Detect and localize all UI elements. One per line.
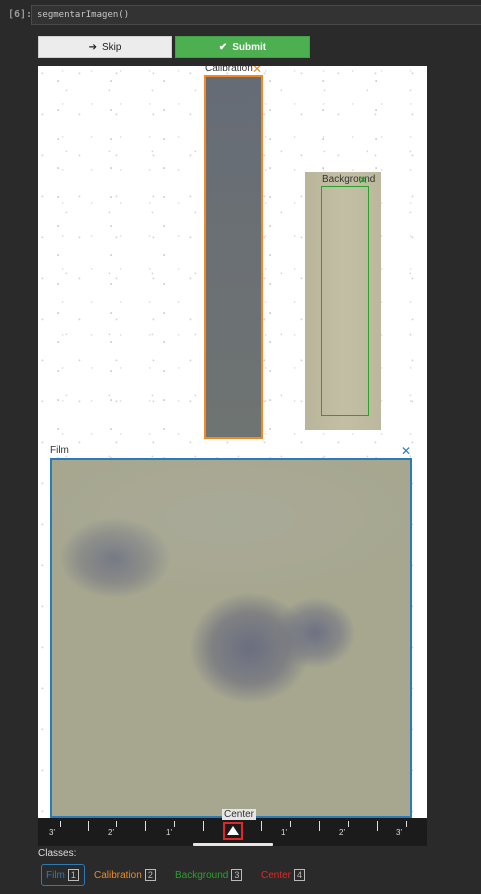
annotation-canvas[interactable]: Calibration ✕ Background ✕ Film ✕: [38, 66, 427, 846]
submit-button[interactable]: ✔ Submit: [175, 36, 310, 58]
ruler-tick: [261, 821, 262, 831]
class-chip-center[interactable]: Center 4: [261, 864, 306, 886]
ruler-tick: [203, 821, 204, 831]
center-marker[interactable]: [223, 822, 243, 840]
ruler-tick: [319, 821, 320, 831]
calibration-label: Calibration: [205, 66, 253, 74]
class-chip-calibration[interactable]: Calibration 2: [94, 864, 156, 886]
class-label: Film: [46, 869, 65, 881]
horizontal-scrollbar[interactable]: [193, 843, 273, 846]
ruler-label: 3': [396, 828, 402, 837]
ruler-tick: [377, 821, 378, 831]
ruler-label: 1': [166, 828, 172, 837]
code-text: segmentarImagen(): [37, 10, 130, 20]
calibration-close-icon[interactable]: ✕: [252, 66, 262, 75]
background-close-icon[interactable]: ✕: [358, 174, 368, 186]
cell-prompt: [6]:: [8, 9, 33, 20]
film-close-icon[interactable]: ✕: [401, 445, 411, 457]
class-key: 3: [231, 869, 243, 881]
class-key: 2: [144, 869, 156, 881]
submit-label: Submit: [232, 41, 267, 53]
arrow-right-icon: ➔: [88, 41, 97, 53]
ruler-tick: [348, 821, 349, 827]
class-key: 1: [67, 869, 79, 881]
background-box[interactable]: [321, 186, 369, 416]
center-label: Center: [222, 809, 257, 820]
ruler-tick: [406, 821, 407, 827]
ruler-label: 2': [339, 828, 345, 837]
skip-label: Skip: [101, 41, 122, 53]
ruler-label: 1': [281, 828, 287, 837]
check-icon: ✔: [218, 41, 228, 53]
ruler-tick: [145, 821, 146, 831]
skip-button[interactable]: ➔ Skip: [38, 36, 172, 58]
film-box[interactable]: [50, 458, 412, 818]
class-key: 4: [294, 869, 306, 881]
ruler-tick: [290, 821, 291, 827]
ruler-tick: [116, 821, 117, 827]
film-label: Film: [50, 445, 69, 456]
class-chip-film[interactable]: Film 1: [41, 864, 85, 886]
code-cell-input[interactable]: segmentarImagen(): [31, 5, 481, 25]
class-label: Calibration: [94, 869, 142, 881]
ruler-label: 3': [49, 828, 55, 837]
class-chip-background[interactable]: Background 3: [175, 864, 243, 886]
ruler-tick: [88, 821, 89, 831]
class-label: Background: [175, 869, 229, 881]
class-label: Center: [261, 869, 292, 881]
ruler-tick: [60, 821, 61, 827]
classes-title: Classes:: [38, 848, 77, 859]
calibration-box[interactable]: [204, 75, 263, 439]
ruler-tick: [174, 821, 175, 827]
ruler-label: 2': [108, 828, 114, 837]
